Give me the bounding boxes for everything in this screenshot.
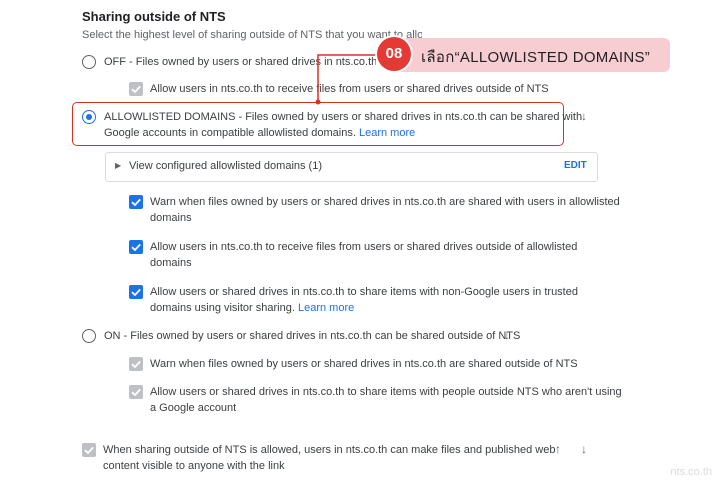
callout-text: เลือก“ALLOWLISTED DOMAINS” [421,49,651,66]
callout-connector [315,54,377,105]
step-badge: 08 [377,37,411,71]
watermark: nts.co.th [670,466,712,478]
